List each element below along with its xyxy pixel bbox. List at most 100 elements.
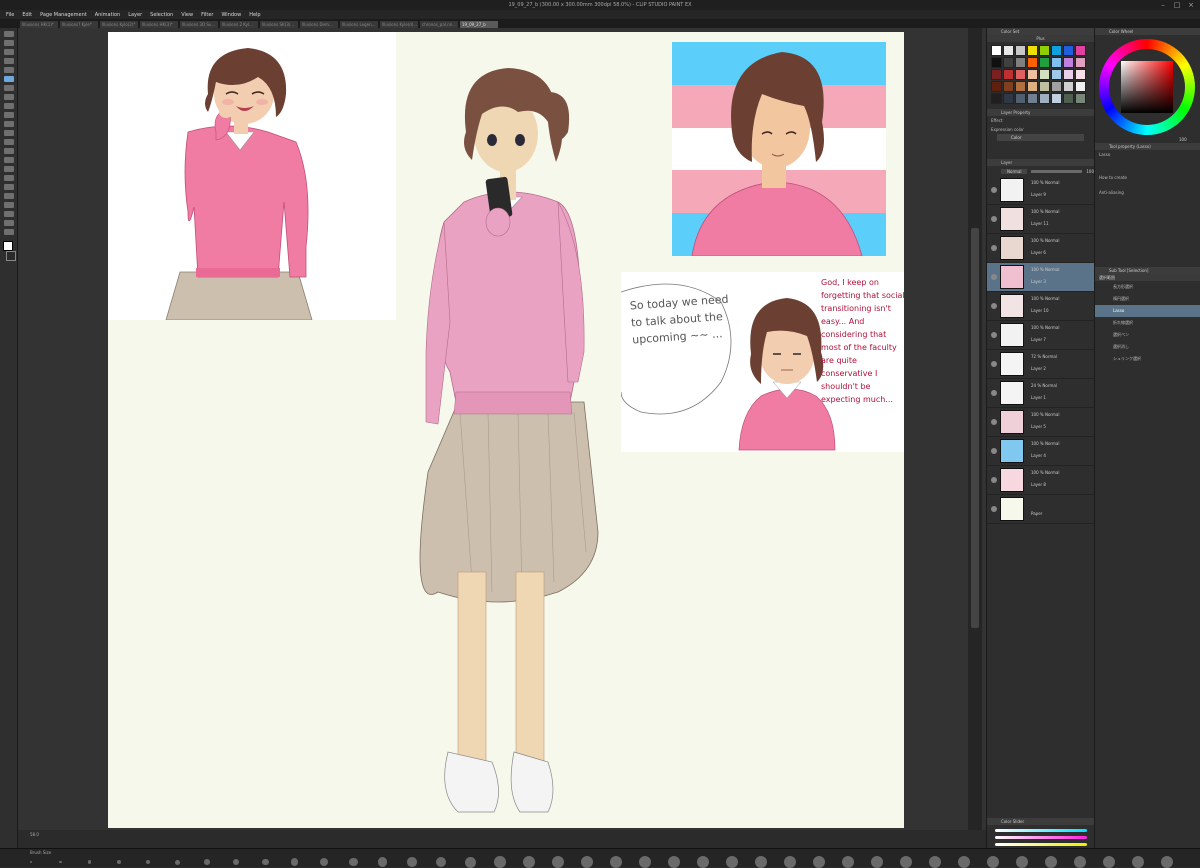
brush-size-preset[interactable] [146, 859, 151, 865]
colorset-preset[interactable]: Plus [987, 35, 1094, 42]
visibility-eye-icon[interactable] [991, 448, 997, 454]
subtool-item[interactable]: シュリンク選択 [1095, 353, 1200, 365]
correct-line-tool-icon[interactable] [4, 229, 14, 235]
menu-view[interactable]: View [181, 12, 193, 18]
figure-tool-icon[interactable] [4, 184, 14, 190]
brush-size-preset[interactable] [1045, 856, 1057, 868]
brush-size-preset[interactable] [378, 857, 388, 867]
brush-size-preset[interactable] [436, 856, 447, 868]
balloon-tool-icon[interactable] [4, 211, 14, 217]
layer-row[interactable]: 100 % Normal Layer 11 [987, 205, 1094, 234]
color-swatch[interactable] [1015, 69, 1026, 80]
opacity-value[interactable]: 100 [1086, 169, 1094, 174]
color-swatch[interactable] [1027, 93, 1038, 104]
color-swatch[interactable] [1051, 45, 1062, 56]
color-swatch[interactable] [1063, 57, 1074, 68]
layer-row[interactable]: 100 % Normal Layer 4 [987, 437, 1094, 466]
saturation-value-square[interactable] [1121, 61, 1173, 113]
document-tab[interactable]: Illusions SK(3)... [260, 21, 298, 28]
ruler-tool-icon[interactable] [4, 220, 14, 226]
document-tab[interactable]: Illusions 2 Kyl... [220, 21, 258, 28]
main-color-swatch[interactable] [3, 241, 13, 251]
eyedropper-tool-icon[interactable] [4, 94, 14, 100]
color-swatch[interactable] [991, 81, 1002, 92]
brush-size-preset[interactable] [755, 856, 767, 868]
layer-row[interactable]: 100 % Normal Layer 6 [987, 234, 1094, 263]
brush-size-preset[interactable] [175, 859, 180, 865]
color-swatch[interactable] [1051, 81, 1062, 92]
pen-tool-icon[interactable] [4, 103, 14, 109]
color-swatch[interactable] [1027, 45, 1038, 56]
visibility-eye-icon[interactable] [991, 274, 997, 280]
menu-window[interactable]: Window [221, 12, 241, 18]
color-swatch[interactable] [1015, 81, 1026, 92]
eraser-tool-icon[interactable] [4, 148, 14, 154]
brush-size-preset[interactable] [262, 858, 269, 866]
color-swatch[interactable] [1075, 81, 1086, 92]
lasso-tool-icon[interactable] [4, 76, 14, 82]
vertical-scroll-thumb[interactable] [971, 228, 979, 628]
brush-size-preset[interactable] [871, 856, 883, 868]
color-swatch[interactable] [1039, 69, 1050, 80]
document-tab[interactable]: Illusions Dem... [300, 21, 338, 28]
color-swatch[interactable] [1027, 57, 1038, 68]
visibility-eye-icon[interactable] [991, 245, 997, 251]
subtool-item[interactable]: 選択消し [1095, 341, 1200, 353]
color-swatch[interactable] [1075, 93, 1086, 104]
color-swatch[interactable] [1027, 69, 1038, 80]
document-tab[interactable]: Illusions Kylo(2)* [100, 21, 138, 28]
color-swatch[interactable] [1063, 69, 1074, 80]
color-swatch[interactable] [1063, 93, 1074, 104]
document-tab[interactable]: Illusions Kyle(d)... [380, 21, 418, 28]
color-swatch[interactable] [1027, 81, 1038, 92]
brush-size-preset[interactable] [233, 858, 240, 866]
color-swatch[interactable] [1039, 45, 1050, 56]
layer-row[interactable]: 100 % Normal Layer 3 [987, 263, 1094, 292]
color-swatch[interactable] [1063, 45, 1074, 56]
brush-size-preset[interactable] [610, 856, 622, 868]
visibility-eye-icon[interactable] [991, 332, 997, 338]
blend-tool-icon[interactable] [4, 157, 14, 163]
brush-size-preset[interactable] [88, 860, 92, 864]
visibility-eye-icon[interactable] [991, 303, 997, 309]
color-swatch[interactable] [1075, 45, 1086, 56]
opacity-slider[interactable] [1031, 169, 1083, 173]
menu-page-management[interactable]: Page Management [40, 12, 87, 18]
subtool-item[interactable]: 楕円選択 [1095, 293, 1200, 305]
color-swatch[interactable] [1003, 93, 1014, 104]
menu-file[interactable]: File [6, 12, 14, 18]
auto-select-tool-icon[interactable] [4, 85, 14, 91]
minimize-icon[interactable]: – [1156, 0, 1170, 10]
brush-size-preset[interactable] [30, 861, 32, 863]
layer-row[interactable]: 100 % Normal Layer 10 [987, 292, 1094, 321]
brush-size-preset[interactable] [900, 856, 912, 868]
layer-move-tool-icon[interactable] [4, 58, 14, 64]
visibility-eye-icon[interactable] [991, 506, 997, 512]
color-slider-g[interactable] [995, 836, 1087, 839]
menu-filter[interactable]: Filter [201, 12, 213, 18]
expression-color-select[interactable]: Color [997, 134, 1084, 141]
brush-size-preset[interactable] [639, 856, 651, 868]
color-swatch[interactable] [1003, 69, 1014, 80]
brush-size-preset[interactable] [523, 856, 535, 868]
subtool-item[interactable]: 選択ペン [1095, 329, 1200, 341]
layer-row[interactable]: 100 % Normal Layer 7 [987, 321, 1094, 350]
brush-size-preset[interactable] [784, 856, 796, 868]
brush-size-preset[interactable] [552, 856, 564, 868]
brush-size-preset[interactable] [726, 856, 738, 868]
menu-selection[interactable]: Selection [150, 12, 173, 18]
frame-tool-icon[interactable] [4, 193, 14, 199]
zoom-tool-icon[interactable] [4, 31, 14, 37]
airbrush-tool-icon[interactable] [4, 130, 14, 136]
zoom-value[interactable]: 58.0 [30, 832, 39, 837]
menu-layer[interactable]: Layer [128, 12, 142, 18]
brush-size-preset[interactable] [349, 857, 358, 867]
brush-size-preset[interactable] [407, 857, 417, 867]
color-swatch[interactable] [1075, 69, 1086, 80]
drawing-canvas[interactable]: So today we need to talk about the upcom… [108, 32, 904, 828]
fill-tool-icon[interactable] [4, 166, 14, 172]
color-wheel[interactable]: 100 [1095, 35, 1200, 143]
document-tab[interactable]: Illlusions HK(1)* [20, 21, 58, 28]
move-tool-icon[interactable] [4, 40, 14, 46]
decoration-tool-icon[interactable] [4, 139, 14, 145]
